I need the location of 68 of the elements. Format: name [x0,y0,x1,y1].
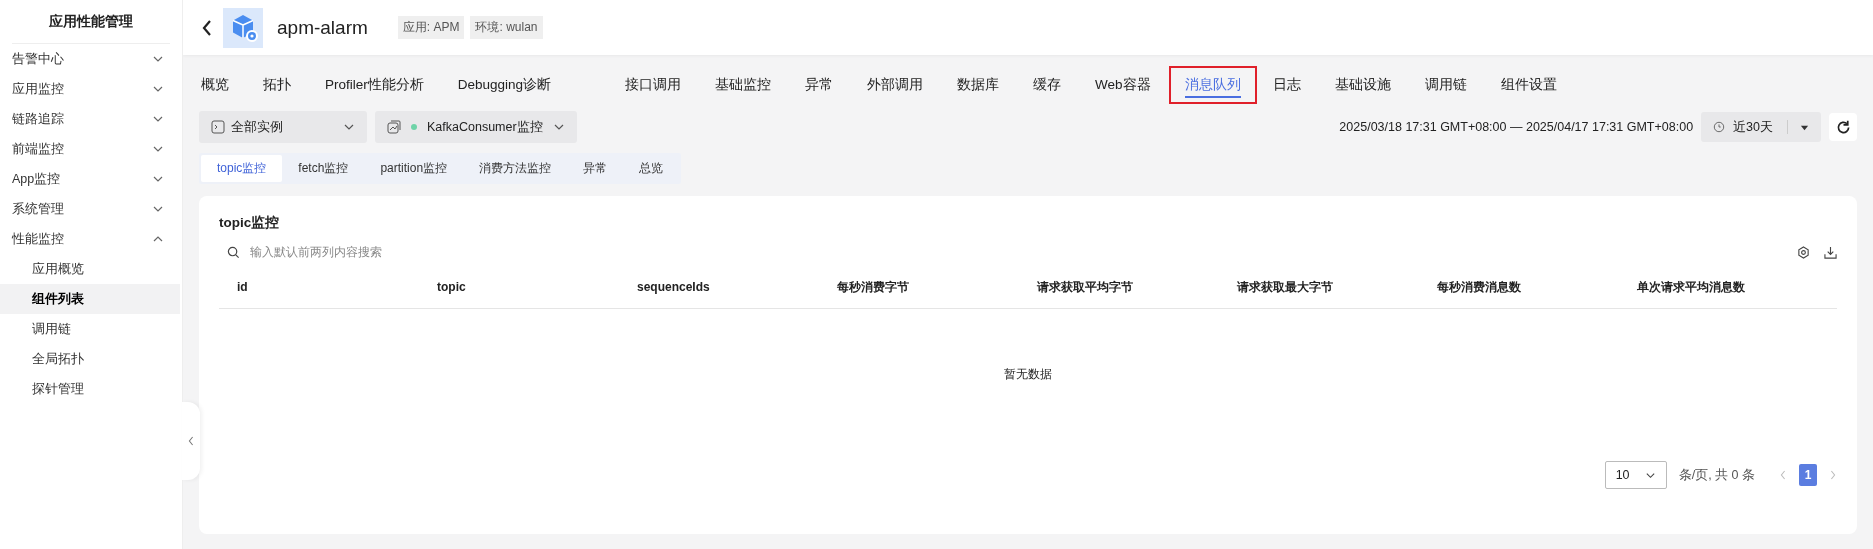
column-header: topic [437,280,467,294]
tab[interactable]: Web容器 [1095,77,1151,98]
column-header: 请求获取平均字节 [1037,278,1134,296]
monitor-select[interactable]: KafkaConsumer监控 [375,111,577,143]
tab[interactable]: 拓扑 [263,77,291,98]
tab[interactable]: Profiler性能分析 [325,77,424,98]
sidebar-subitem[interactable]: 组件列表 [0,284,180,314]
tab[interactable]: 概览 [201,77,229,98]
sidebar-subitem[interactable]: 全局拓扑 [0,344,182,374]
tab[interactable]: 数据库 [957,77,1000,98]
column-header: 每秒消费字节 [837,278,910,296]
chart-icon [387,120,401,134]
sidebar-item[interactable]: 系统管理 [0,194,182,224]
tab[interactable]: 缓存 [1033,77,1062,98]
sidebar-item[interactable]: 性能监控 [0,224,182,254]
instance-select[interactable]: 全部实例 [199,111,367,143]
card-title: topic监控 [219,214,281,232]
status-dot [411,124,417,130]
column-header: sequenceIds [637,280,711,294]
back-icon[interactable] [201,18,213,37]
sidebar-subitem[interactable]: 调用链 [0,314,182,344]
column-header: 请求获取最大字节 [1237,278,1334,296]
sidebar-subitem[interactable]: 探针管理 [0,374,182,404]
tab[interactable]: 异常 [805,77,834,98]
page-size-select[interactable]: 10 [1604,461,1667,489]
sidebar-item[interactable]: App监控 [0,164,182,194]
tab[interactable]: 接口调用 [625,77,682,98]
column-header: 单次请求平均消息数 [1637,278,1746,296]
tab[interactable]: Debugging诊断 [457,77,552,98]
clock-icon [1713,121,1726,133]
quick-range-select[interactable]: 近30天 [1701,112,1821,142]
column-header: id [237,280,249,294]
tab[interactable]: 消息队列 [1184,77,1241,98]
sidebar-item[interactable]: 链路追踪 [0,104,182,134]
tab[interactable]: 组件设置 [1500,77,1557,98]
settings-icon[interactable] [1797,245,1810,259]
info-tag: 环境: wulan [470,16,543,39]
refresh-button[interactable] [1829,113,1857,141]
subtab[interactable]: topic监控 [201,155,283,182]
subtab[interactable]: fetch监控 [282,155,365,182]
tab[interactable]: 基础监控 [715,77,772,98]
collapse-handle[interactable] [182,402,200,480]
column-header: 每秒消费消息数 [1437,278,1522,296]
tab[interactable]: 基础设施 [1334,77,1391,98]
cube-icon [223,7,263,48]
download-icon[interactable] [1824,245,1837,259]
sidebar-item[interactable]: 应用监控 [0,74,182,104]
tab[interactable]: 日志 [1272,77,1301,98]
page-summary: 条/页, 共 0 条 [1678,466,1755,484]
subtab[interactable]: 消费方法监控 [463,155,568,182]
page-number[interactable]: 1 [1799,464,1817,486]
empty-message: 暂无数据 [1004,365,1052,383]
sidebar-item[interactable]: 前端监控 [0,134,182,164]
instance-icon [211,120,225,134]
tab[interactable]: 外部调用 [867,77,924,98]
app-title: apm-alarm [277,16,368,39]
chevron-icon [187,435,195,447]
sidebar-title: 应用性能管理 [12,0,170,44]
sidebar-subitem[interactable]: 应用概览 [0,254,182,284]
search-field[interactable]: 输入默认前两列内容搜索 [248,244,552,260]
time-range: 2025/03/18 17:31 GMT+08:00 — 2025/04/17 17:31 GMT+08:00 [1339,120,1694,134]
search-icon [227,245,240,259]
info-tag: 应用: APM [397,16,465,39]
tab[interactable]: 调用链 [1424,77,1467,98]
subtab[interactable]: partition监控 [364,155,464,182]
sidebar-item[interactable]: 告警中心 [0,44,182,74]
subtab[interactable]: 异常 [567,155,624,182]
subtab[interactable]: 总览 [623,155,680,182]
